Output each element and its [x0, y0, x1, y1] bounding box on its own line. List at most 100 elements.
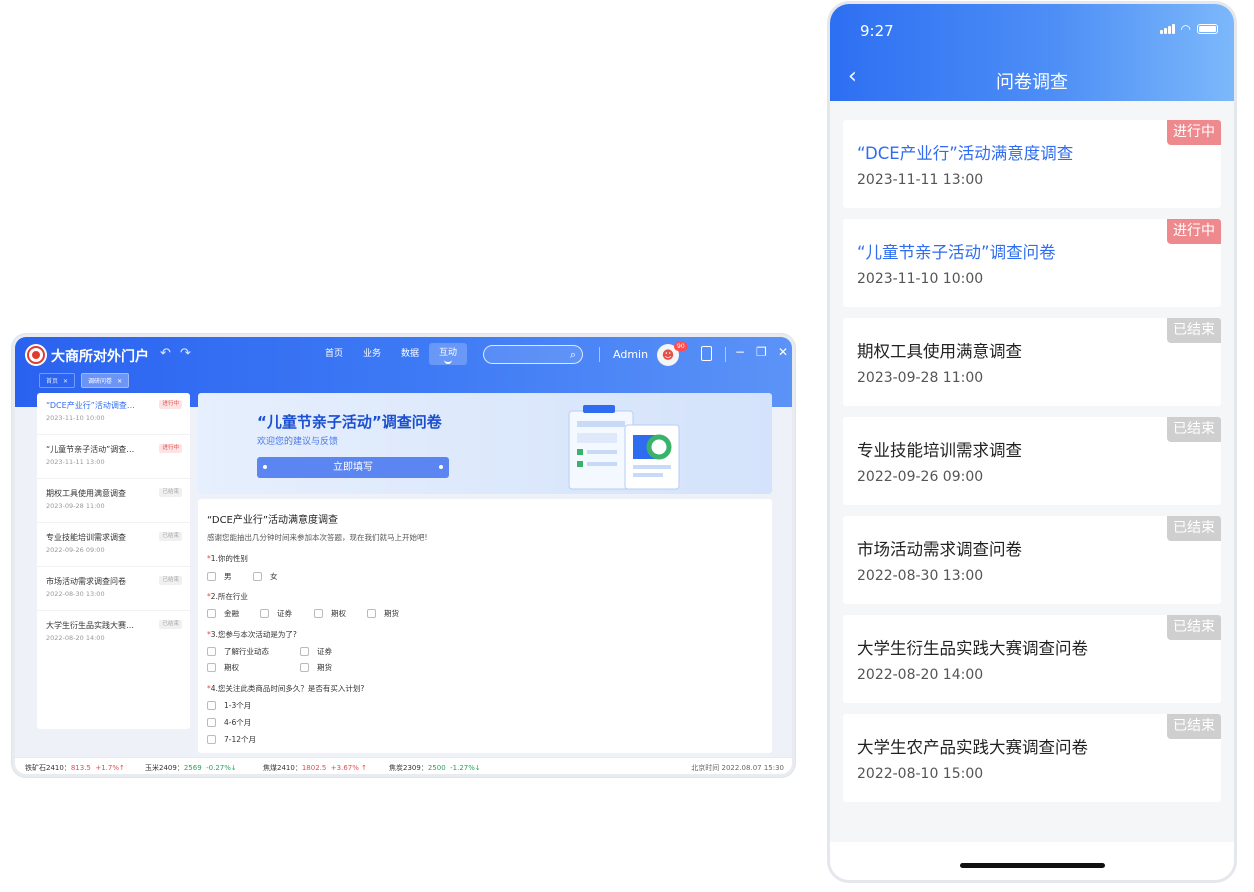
survey-card[interactable]: 专业技能培训需求调查 2022-09-26 09:00 已结束 — [843, 417, 1221, 505]
checkbox[interactable] — [367, 609, 376, 618]
card-date: 2022-09-26 09:00 — [857, 469, 984, 485]
checkbox[interactable] — [300, 647, 309, 656]
list-item[interactable]: “儿童节亲子活动”调查… 2023-11-11 13:00 进行中 — [37, 437, 190, 479]
nav-home[interactable]: 首页 — [315, 346, 353, 365]
card-title: 专业技能培训需求调查 — [857, 441, 1022, 460]
checkbox-option[interactable]: 1-3个月 — [207, 700, 251, 711]
checkbox[interactable] — [260, 609, 269, 618]
ticker-item[interactable]: 焦煤2410：1802.5 +3.67% ↑ — [263, 758, 367, 774]
status-badge: 已结束 — [1167, 615, 1221, 640]
tab-survey[interactable]: 调研问卷 ✕ — [81, 373, 130, 388]
checkbox-option[interactable]: 证券 — [300, 646, 332, 657]
card-title: “儿童节亲子活动”调查问卷 — [857, 243, 1056, 262]
search-icon[interactable]: ⌕ — [570, 348, 576, 362]
status-badge: 进行中 — [159, 444, 182, 453]
item-title: “儿童节亲子活动”调查… — [46, 445, 135, 454]
status-badge: 已结束 — [159, 576, 182, 585]
card-title: 大学生衍生品实践大赛调查问卷 — [857, 639, 1088, 658]
status-badge: 进行中 — [1167, 219, 1221, 244]
status-badge: 已结束 — [1167, 318, 1221, 343]
checkbox[interactable] — [207, 609, 216, 618]
undo-icon[interactable]: ↶ — [160, 346, 171, 361]
list-item[interactable]: 大学生衍生品实践大赛… 2022-08-20 14:00 已结束 — [37, 613, 190, 655]
status-badge: 已结束 — [159, 620, 182, 629]
nav-interaction-label: 互动 — [438, 348, 457, 358]
nav-data[interactable]: 数据 — [391, 346, 429, 365]
survey-card[interactable]: “儿童节亲子活动”调查问卷 2023-11-10 10:00 进行中 — [843, 219, 1221, 307]
survey-description: 感谢您能抽出几分钟时间来参加本次答题，现在我们就马上开始吧! — [207, 533, 428, 542]
banner-title: “儿童节亲子活动”调查问卷 — [257, 413, 442, 431]
survey-card[interactable]: 大学生衍生品实践大赛调查问卷 2022-08-20 14:00 已结束 — [843, 615, 1221, 703]
card-title: 期权工具使用满意调查 — [857, 342, 1022, 361]
tablet-icon[interactable] — [701, 346, 712, 361]
survey-card[interactable]: 期权工具使用满意调查 2023-09-28 11:00 已结束 — [843, 318, 1221, 406]
fill-now-button[interactable]: 立即填写 — [257, 457, 449, 478]
item-title: 市场活动需求调查问卷 — [46, 577, 126, 586]
nav-interaction[interactable]: 互动 — [429, 343, 467, 365]
checkbox-option[interactable]: 期货 — [300, 662, 332, 673]
card-title: 大学生农产品实践大赛调查问卷 — [857, 738, 1088, 757]
ticker-item[interactable]: 铁矿石2410：813.5 +1.7%↑ — [25, 758, 125, 774]
checkbox-option[interactable]: 了解行业动态 — [207, 646, 269, 657]
question-label: *1.你的性别 — [207, 554, 248, 563]
checkbox[interactable] — [207, 663, 216, 672]
item-date: 2022-09-26 09:00 — [46, 546, 105, 554]
tab-home[interactable]: 首页 ✕ — [39, 373, 76, 388]
list-item[interactable]: 专业技能培训需求调查 2022-09-26 09:00 已结束 — [37, 525, 190, 567]
nav-business[interactable]: 业务 — [353, 346, 391, 365]
card-date: 2022-08-10 15:00 — [857, 766, 984, 782]
close-icon[interactable]: ✕ — [778, 345, 788, 359]
status-badge: 进行中 — [159, 400, 182, 409]
checkbox[interactable] — [253, 572, 262, 581]
user-name[interactable]: Admin — [613, 348, 648, 361]
item-date: 2023-11-10 10:00 — [46, 414, 105, 422]
tab-label: 首页 — [46, 378, 59, 385]
checkbox-option[interactable]: 金融 — [207, 608, 239, 619]
checkbox-option[interactable]: 男 — [207, 571, 232, 582]
restore-icon[interactable]: ❐ — [756, 345, 767, 359]
mobile-frame: 9:27 ◠ ‹ 问卷调查 “DCE产业行”活动满意度调查 2023-11-11… — [827, 1, 1237, 883]
survey-card[interactable]: 大学生农产品实践大赛调查问卷 2022-08-10 15:00 已结束 — [843, 714, 1221, 802]
checkbox-option[interactable]: 期权 — [207, 662, 239, 673]
ticker-item[interactable]: 玉米2409：2569 -0.27%↓ — [145, 758, 237, 774]
redo-icon[interactable]: ↷ — [180, 346, 191, 361]
question-label: *2.所在行业 — [207, 592, 248, 601]
item-title: 大学生衍生品实践大赛… — [46, 621, 134, 630]
checkbox[interactable] — [300, 663, 309, 672]
tab-label: 调研问卷 — [88, 378, 113, 385]
checkbox-option[interactable]: 期权 — [314, 608, 346, 619]
checkbox-option[interactable]: 证券 — [260, 608, 292, 619]
tab-close-icon[interactable]: ✕ — [117, 378, 122, 385]
dot-icon — [439, 465, 443, 469]
checkbox[interactable] — [207, 701, 216, 710]
checkbox-option[interactable]: 7-12个月 — [207, 734, 256, 745]
card-date: 2023-11-11 13:00 — [857, 172, 984, 188]
survey-title: “DCE产业行”活动满意度调查 — [207, 515, 339, 526]
checkbox[interactable] — [207, 647, 216, 656]
home-indicator[interactable] — [960, 863, 1105, 868]
notification-badge: 90 — [674, 342, 688, 351]
list-item[interactable]: “DCE产业行”活动调查… 2023-11-10 10:00 进行中 — [37, 393, 190, 435]
wifi-icon: ◠ — [1180, 22, 1191, 36]
status-badge: 已结束 — [1167, 714, 1221, 739]
fill-now-label: 立即填写 — [333, 462, 373, 473]
card-date: 2023-09-28 11:00 — [857, 370, 984, 386]
minimize-icon[interactable]: − — [735, 345, 745, 359]
checkbox-option[interactable]: 4-6个月 — [207, 717, 251, 728]
tab-close-icon[interactable]: ✕ — [63, 378, 68, 385]
desktop-window: 大商所对外门户 ↶ ↷ 首页 业务 数据 互动 ⌕ Admin ☻ 90 − ❐… — [12, 334, 795, 777]
list-item[interactable]: 期权工具使用满意调查 2023-09-28 11:00 已结束 — [37, 481, 190, 523]
checkbox[interactable] — [314, 609, 323, 618]
list-item[interactable]: 市场活动需求调查问卷 2022-08-30 13:00 已结束 — [37, 569, 190, 611]
survey-card[interactable]: “DCE产业行”活动满意度调查 2023-11-11 13:00 进行中 — [843, 120, 1221, 208]
checkbox[interactable] — [207, 735, 216, 744]
checkbox-option[interactable]: 女 — [253, 571, 278, 582]
ticker-item[interactable]: 焦炭2309：2500 -1.27%↓ — [389, 758, 481, 774]
dce-logo-icon — [25, 344, 47, 366]
app-title: 大商所对外门户 — [51, 349, 149, 365]
checkbox[interactable] — [207, 572, 216, 581]
search-input[interactable] — [484, 349, 564, 367]
survey-card[interactable]: 市场活动需求调查问卷 2022-08-30 13:00 已结束 — [843, 516, 1221, 604]
checkbox[interactable] — [207, 718, 216, 727]
checkbox-option[interactable]: 期货 — [367, 608, 399, 619]
